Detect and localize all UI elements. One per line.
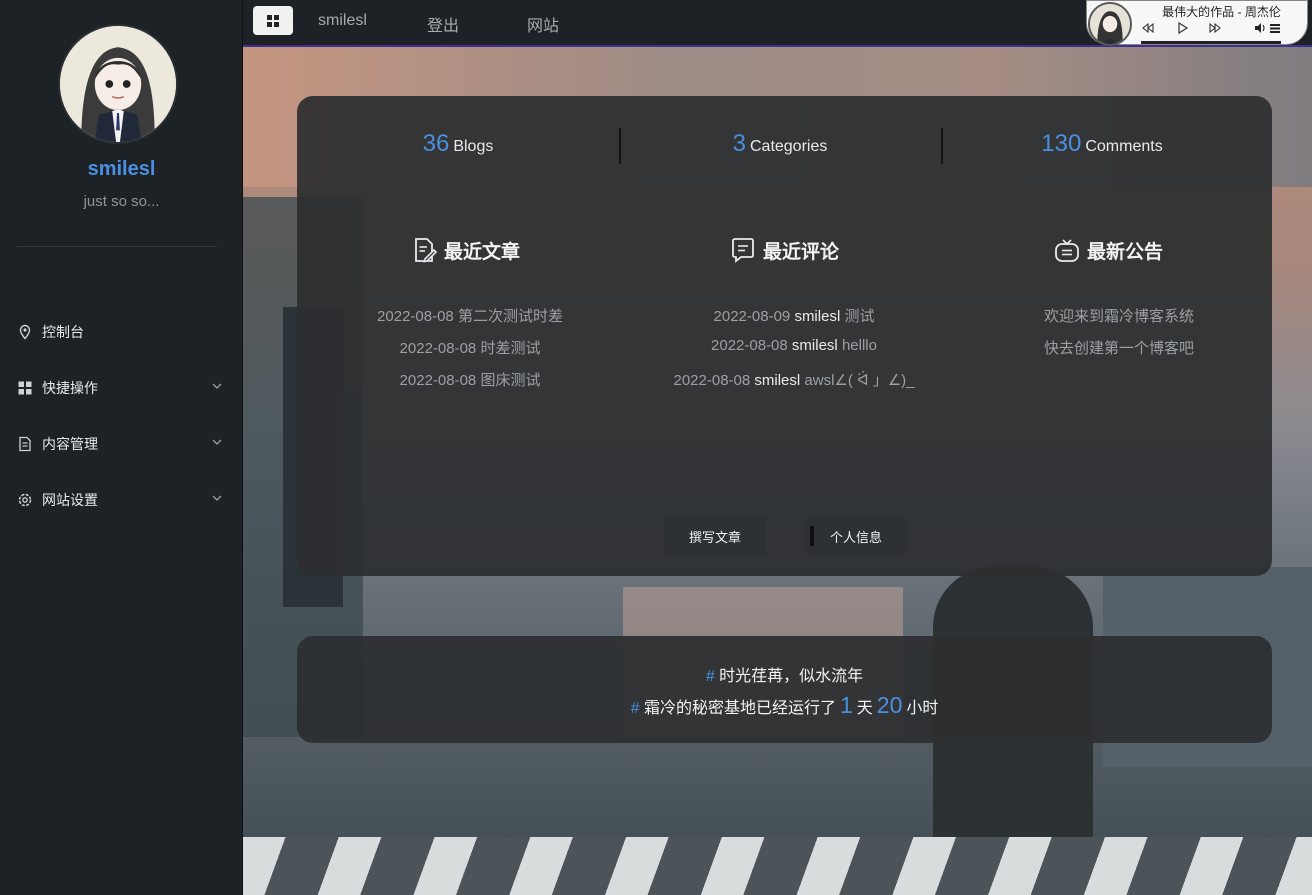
uptime-hours-unit: 小时 [906,700,939,717]
uptime-prefix: 霜冷的秘密基地已经运行了 [643,700,836,717]
stat-comments-value: 130 [1041,130,1082,157]
chevron-down-icon[interactable] [211,436,223,448]
recent-comment-item[interactable]: 2022-08-09 smilesl 测试 [624,305,964,326]
document-icon [17,436,33,452]
comment-date: 2022-08-08 [673,372,751,389]
button-accent-bar [810,526,814,546]
hash-mark: # [705,668,715,685]
motto-line: # 时光荏苒，似水流年 [297,662,1272,686]
uptime-days-unit: 天 [856,700,873,717]
hash-mark: # [630,700,640,717]
sidebar-item-content[interactable]: 内容管理 [0,424,243,464]
uptime-days: 1 [839,692,853,718]
chevron-down-icon[interactable] [211,492,223,504]
sidebar-item-label: 内容管理 [42,436,98,452]
stat-blogs-label: Blogs [453,138,494,155]
play-icon[interactable] [1175,21,1189,35]
announcements-title-text: 最新公告 [1087,241,1164,263]
avatar-image [60,26,176,142]
comment-user: smilesl [794,308,841,325]
playlist-icon[interactable] [1268,21,1282,35]
grid-icon [267,14,279,27]
sidebar-toggle-button[interactable] [253,6,293,35]
write-post-button[interactable]: 撰写文章 [664,516,766,556]
profile-button[interactable]: 个人信息 [805,516,907,556]
recent-comment-item[interactable]: 2022-08-08 smilesl helllo [624,337,964,354]
recent-posts-title: 最近文章 [410,236,520,264]
stat-blogs[interactable]: 36 Blogs [297,130,619,158]
sidebar-item-label: 快捷操作 [42,380,98,396]
chevron-down-icon[interactable] [211,380,223,392]
recent-comment-item[interactable]: 2022-08-08 smilesl awsl∠( ᐛ 」∠)_ [624,369,964,390]
sidebar-item-settings[interactable]: 网站设置 [0,480,243,520]
stat-categories-label: Categories [749,138,828,155]
playback-progress-bar[interactable] [1141,41,1281,44]
profile-label: 个人信息 [829,529,882,545]
volume-icon[interactable] [1253,21,1267,35]
motto-text: 时光荏苒，似水流年 [719,668,864,685]
nav-link-website[interactable]: 网站 [527,12,559,36]
comment-text: helllo [841,337,877,354]
grid-icon [17,380,33,396]
edit-document-icon [415,238,438,263]
announcement-icon [1055,239,1079,262]
sidebar-item-quick-actions[interactable]: 快捷操作 [0,368,243,408]
avatar[interactable] [58,24,178,144]
user-name: smilesl [87,158,156,180]
sidebar-item-label: 网站设置 [42,492,98,508]
comment-user: smilesl [791,337,838,354]
recent-comments-title-text: 最近评论 [763,241,840,263]
stat-comments-label: Comments [1085,138,1163,155]
uptime-line: # 霜冷的秘密基地已经运行了 1 天 20 小时 [297,692,1272,719]
nav-link-logout[interactable]: 登出 [427,12,459,36]
stat-categories-value: 3 [732,130,746,157]
dashboard-panel [297,96,1272,576]
uptime-panel [297,636,1272,743]
announcements-title: 最新公告 [1053,236,1163,264]
recent-comments-title: 最近评论 [729,236,839,264]
recent-post-item[interactable]: 2022-08-08 图床测试 [300,369,640,390]
stat-categories[interactable]: 3 Categories [619,130,941,158]
uptime-hours: 20 [876,692,903,718]
recent-post-item[interactable]: 2022-08-08 第二次测试时差 [300,305,640,326]
sidebar-divider [17,246,217,247]
write-post-label: 撰写文章 [688,529,741,545]
stat-comments[interactable]: 130 Comments [941,130,1263,158]
gear-icon [17,492,33,508]
stat-blogs-value: 36 [422,130,450,157]
chat-bubble-icon [732,238,754,263]
sidebar-item-label: 控制台 [42,324,84,340]
location-pin-icon [17,324,33,340]
announcement-item: 欢迎来到霜冷博客系统 [1043,308,1194,325]
song-title: 最伟大的作品 - 周杰伦 [1162,5,1281,19]
recent-posts-title-text: 最近文章 [444,241,521,263]
music-player: 最伟大的作品 - 周杰伦 [1086,0,1308,46]
sidebar: smilesl just so so... 控制台 快捷操作 内容管理 网站设置 [0,0,243,895]
comment-user: smilesl [754,372,801,389]
recent-post-item[interactable]: 2022-08-08 时差测试 [300,337,640,358]
comment-text: 测试 [844,308,875,325]
fast-forward-icon[interactable] [1208,21,1222,35]
announcement-item: 快去创建第一个博客吧 [1043,340,1194,357]
sidebar-item-dashboard[interactable]: 控制台 [0,312,243,352]
nav-link-user[interactable]: smilesl [318,12,367,30]
comment-date: 2022-08-09 [713,308,791,325]
album-cover[interactable] [1088,2,1132,46]
rewind-icon[interactable] [1141,21,1155,35]
comment-text: awsl∠( ᐛ 」∠)_ [804,372,915,389]
user-motto: just so so... [83,193,160,210]
comment-date: 2022-08-08 [711,337,788,354]
